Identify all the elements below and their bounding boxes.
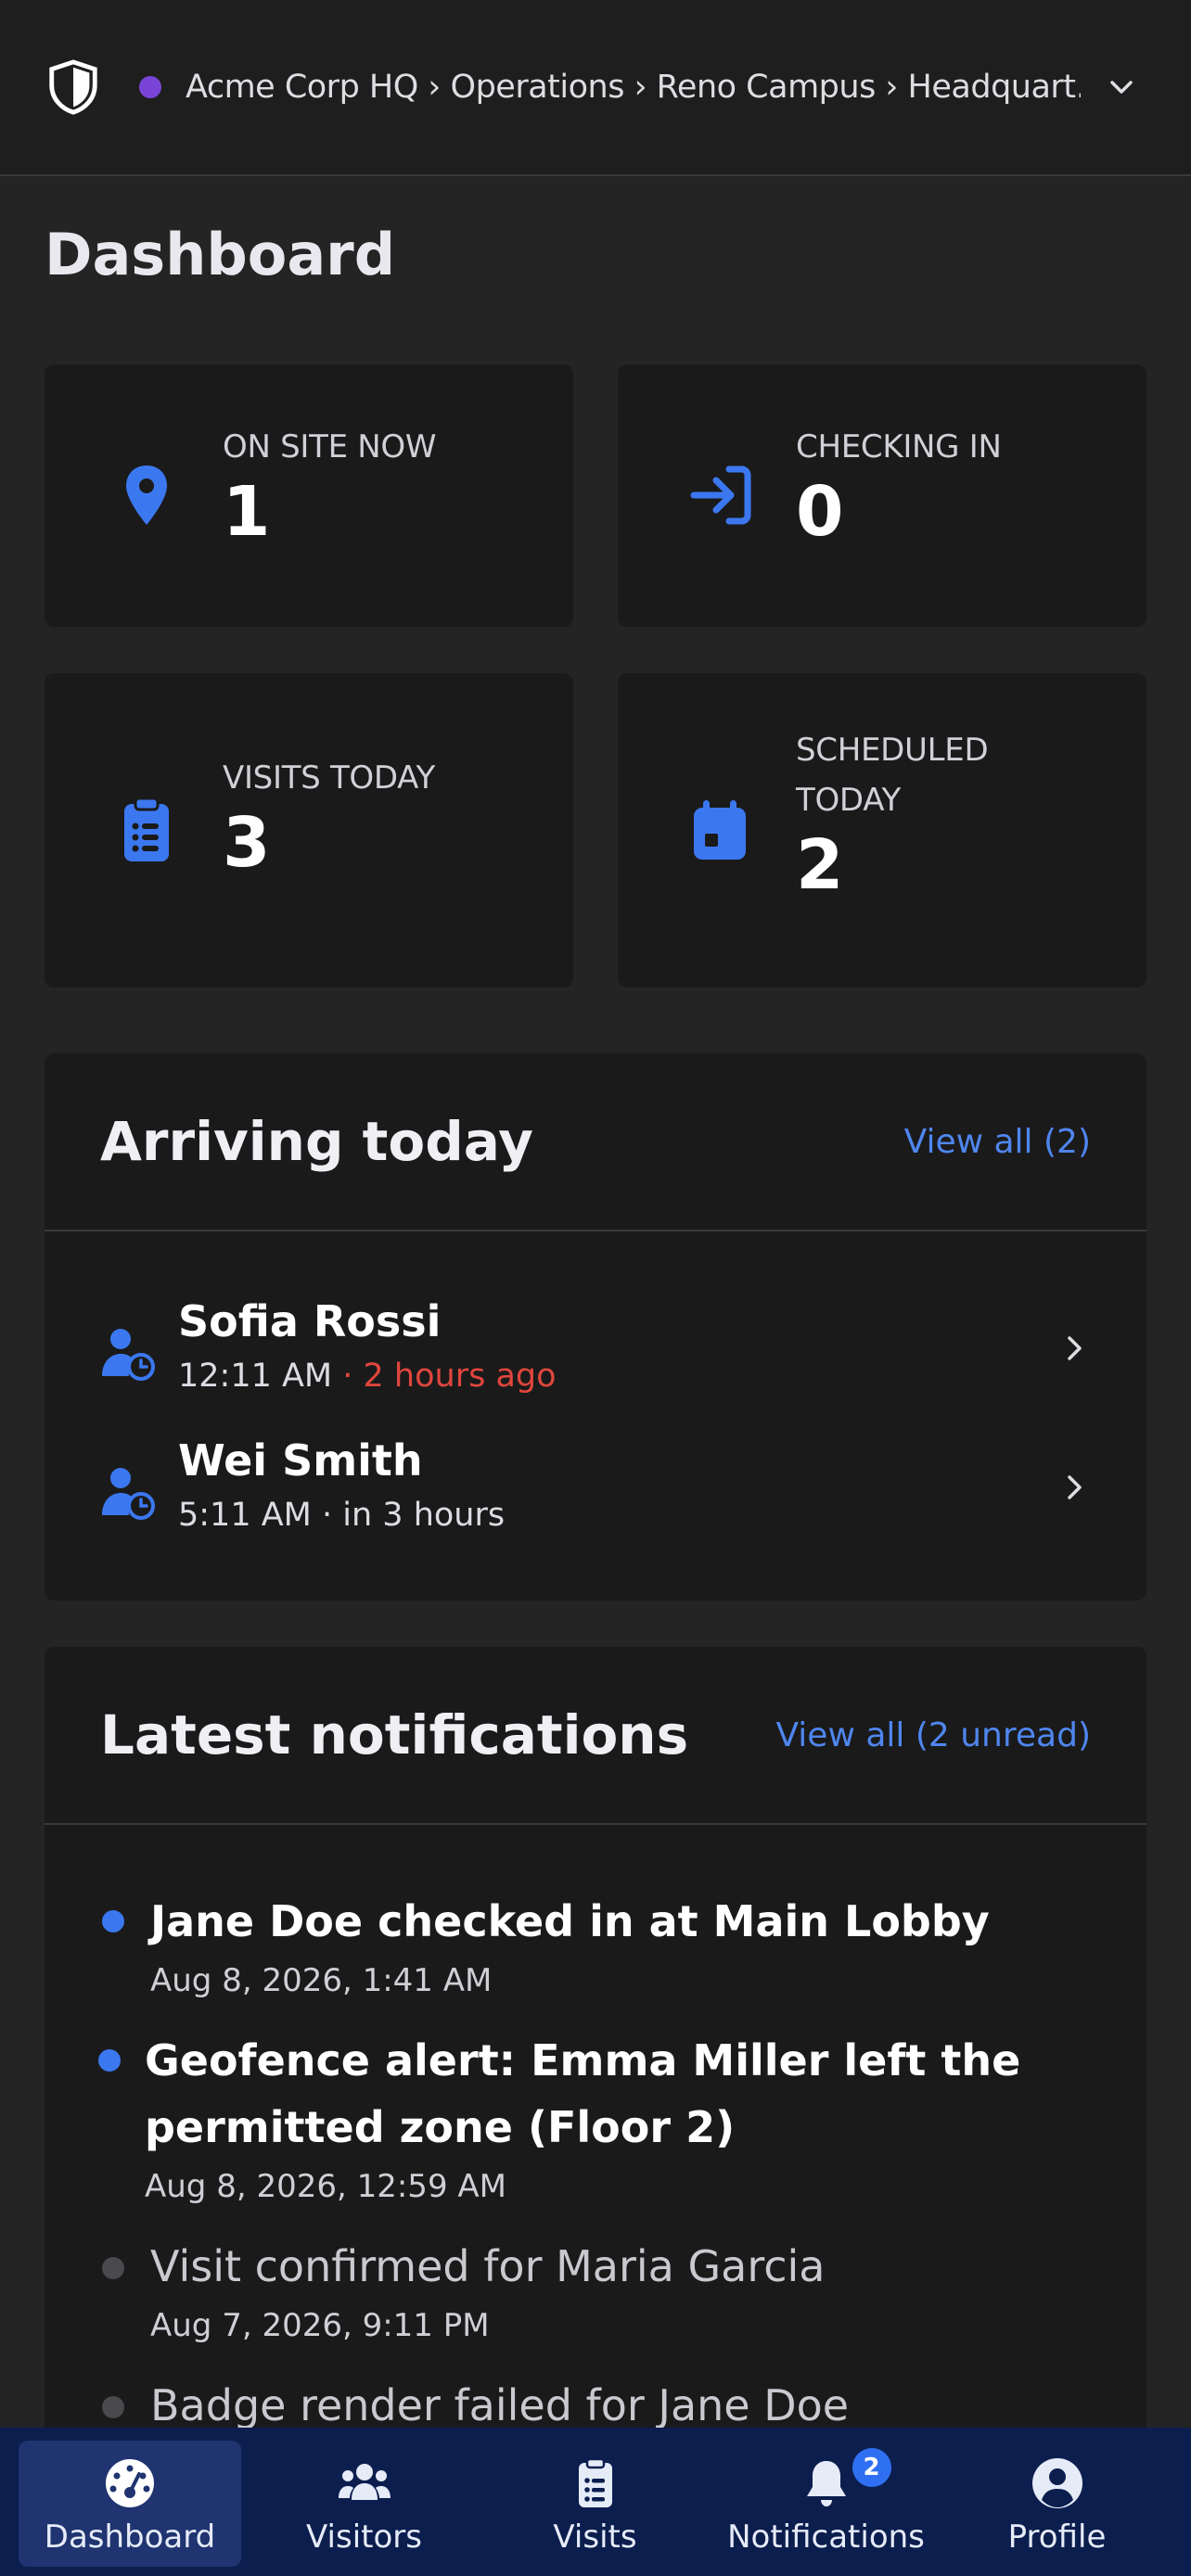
nav-label: Notifications <box>727 2519 925 2556</box>
arrival-row[interactable]: Sofia Rossi 12:11 AM · 2 hours ago <box>45 1289 1146 1419</box>
chevron-down-icon[interactable] <box>1103 69 1140 106</box>
stat-value: 0 <box>796 472 844 552</box>
notification-text: Geofence alert: Emma Miller left the <box>145 2035 1021 2085</box>
unread-indicator <box>102 1910 124 1932</box>
nav-notifications[interactable]: 2 Notifications <box>711 2441 941 2567</box>
stat-value: 2 <box>796 825 844 905</box>
user-circle-icon <box>1031 2458 1082 2508</box>
location-breadcrumb[interactable]: Acme Corp HQ › Operations › Reno Campus … <box>186 69 1081 106</box>
stat-card-visits-today[interactable]: VISITS TODAY 3 <box>45 673 573 988</box>
map-pin-icon <box>126 465 167 525</box>
card-title: Arriving today <box>100 1110 533 1173</box>
nav-label: Dashboard <box>44 2519 216 2556</box>
sign-in-icon <box>690 465 751 525</box>
stat-value: 1 <box>223 472 271 552</box>
stat-label: VISITS TODAY <box>223 759 435 797</box>
arriving-today-card: Arriving today View all (2) Sofia Rossi … <box>45 1053 1146 1600</box>
user-clock-icon <box>102 1329 155 1381</box>
shield-icon[interactable] <box>45 58 102 116</box>
stat-card-checking-in[interactable]: CHECKING IN 0 <box>618 364 1146 627</box>
stat-label: SCHEDULED <box>796 732 989 769</box>
notification-date: Aug 8, 2026, 1:41 AM <box>150 1962 493 1999</box>
notification-count-badge: 2 <box>852 2448 891 2487</box>
clipboard-list-icon <box>578 2457 612 2507</box>
location-status-dot <box>139 76 161 98</box>
nav-label: Visits <box>553 2519 637 2556</box>
clipboard-list-icon <box>124 797 169 861</box>
latest-notifications-card: Latest notifications View all (2 unread)… <box>45 1647 1146 2481</box>
view-all-notifications-link[interactable]: View all (2 unread) <box>775 1716 1091 1754</box>
nav-visitors[interactable]: Visitors <box>249 2441 480 2567</box>
user-clock-icon <box>102 1468 155 1520</box>
read-indicator <box>102 2396 124 2418</box>
notification-item[interactable]: Jane Doe checked in at Main Lobby Aug 8,… <box>45 1869 1146 1999</box>
visitor-name: Wei Smith <box>178 1435 423 1486</box>
arrival-relative-time: in 3 hours <box>342 1497 506 1534</box>
top-bar: Acme Corp HQ › Operations › Reno Campus … <box>0 0 1191 176</box>
notification-date: Aug 8, 2026, 12:59 AM <box>145 2168 506 2205</box>
nav-dashboard[interactable]: Dashboard <box>19 2441 241 2567</box>
unread-indicator <box>98 2049 121 2072</box>
stat-label: CHECKING IN <box>796 428 1002 465</box>
arrival-time: 5:11 AM · in 3 hours <box>178 1497 506 1534</box>
nav-label: Profile <box>1007 2519 1107 2556</box>
notification-item[interactable]: Visit confirmed for Maria Garcia Aug 7, … <box>45 2214 1146 2344</box>
stat-card-on-site[interactable]: ON SITE NOW 1 <box>45 364 573 627</box>
users-icon <box>338 2464 391 2500</box>
stat-value: 3 <box>223 803 271 883</box>
arrival-row[interactable]: Wei Smith 5:11 AM · in 3 hours <box>45 1428 1146 1558</box>
card-title: Latest notifications <box>100 1703 689 1766</box>
notification-item[interactable]: Geofence alert: Emma Miller left the per… <box>45 2009 1146 2213</box>
notification-text: permitted zone (Floor 2) <box>145 2102 736 2152</box>
bottom-nav: Dashboard Visitors Visits 2 Notification… <box>0 2428 1191 2576</box>
notification-text: Visit confirmed for Maria Garcia <box>150 2241 826 2291</box>
page-title: Dashboard <box>45 221 396 288</box>
nav-visits[interactable]: Visits <box>480 2441 711 2567</box>
nav-label: Visitors <box>306 2519 422 2556</box>
stat-label: TODAY <box>796 782 902 819</box>
nav-profile[interactable]: Profile <box>941 2441 1172 2567</box>
notification-text: Jane Doe checked in at Main Lobby <box>150 1896 990 1946</box>
chevron-right-icon <box>1068 1336 1082 1360</box>
card-header: Arriving today View all (2) <box>45 1053 1146 1231</box>
stat-card-scheduled-today[interactable]: SCHEDULED TODAY 2 <box>618 673 1146 988</box>
calendar-icon <box>694 800 746 860</box>
gauge-icon <box>106 2459 154 2507</box>
view-all-arrivals-link[interactable]: View all (2) <box>904 1123 1091 1161</box>
arrival-relative-time: 2 hours ago <box>363 1358 557 1395</box>
chevron-right-icon <box>1068 1475 1082 1499</box>
arrival-clock-time: 12:11 AM <box>178 1358 333 1395</box>
stat-label: ON SITE NOW <box>223 428 437 465</box>
arrival-time: 12:11 AM · 2 hours ago <box>178 1358 557 1395</box>
notification-date: Aug 7, 2026, 9:11 PM <box>150 2307 490 2344</box>
card-header: Latest notifications View all (2 unread) <box>45 1647 1146 1825</box>
read-indicator <box>102 2257 124 2279</box>
bell-icon <box>806 2461 846 2506</box>
arrival-clock-time: 5:11 AM <box>178 1497 312 1534</box>
visitor-name: Sofia Rossi <box>178 1296 442 1346</box>
